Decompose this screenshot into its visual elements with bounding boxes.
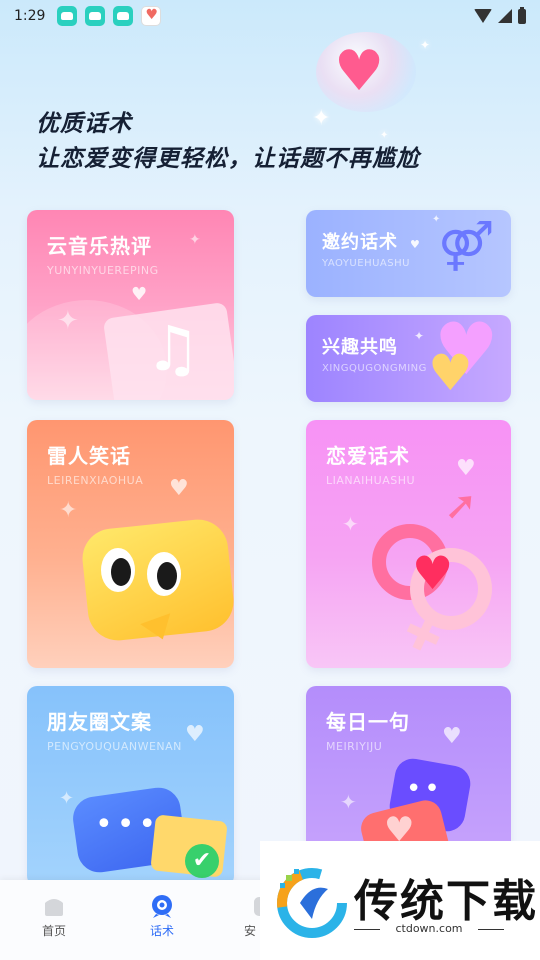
sparkle-icon: ✦: [59, 498, 78, 523]
heart-app-icon: [141, 6, 162, 26]
card-subtitle: XINGQUGONGMING: [322, 363, 427, 374]
sparkle-icon: ✦: [59, 788, 75, 809]
male-arrow-icon: ➚: [444, 483, 478, 529]
female-cross-icon: ✚: [395, 604, 451, 667]
music-note-icon: ♫: [145, 312, 201, 385]
card-title: 朋友圈文案: [47, 710, 152, 734]
chat-icon: [149, 894, 175, 918]
check-icon: ✔: [185, 844, 219, 878]
watermark-brand: 传统下载: [354, 876, 538, 927]
watermark-url: ctdown.com: [354, 922, 504, 935]
card-love-lines[interactable]: 恋爱话术 LIANAIHUASHU ♥ ✦ ➚ ✚ ♥: [306, 420, 511, 668]
page-headline: 优质话术 让恋爱变得更轻松，让话题不再尴尬: [36, 108, 420, 178]
heart-icon: ♥: [185, 722, 205, 747]
battery-icon: [518, 6, 526, 24]
nav-label-lines: 话术: [149, 924, 174, 938]
card-subtitle: LIANAIHUASHU: [326, 474, 416, 487]
status-bar: 1:29: [0, 0, 540, 32]
status-time: 1:29: [14, 8, 46, 24]
card-title: 恋爱话术: [326, 444, 410, 468]
sparkle-icon: ✦: [57, 306, 79, 336]
sparkle-icon: ✦: [340, 790, 357, 814]
heart-icon: ♥: [410, 238, 420, 251]
home-icon: [41, 894, 67, 918]
sparkle-icon: ✦: [414, 329, 425, 343]
heart-icon: ♥: [456, 456, 476, 481]
wifi-icon: [474, 9, 492, 23]
heart-icon: ♥: [428, 344, 473, 402]
signal-icon: [498, 9, 512, 23]
heart-icon: ♥: [334, 39, 385, 104]
heart-icon: ♥: [169, 476, 189, 501]
heart-icon: ♥: [131, 284, 148, 305]
nav-label-home: 首页: [41, 924, 66, 938]
nav-item-lines[interactable]: 话术: [122, 894, 202, 939]
pupil-right: [157, 562, 177, 590]
heart-icon: ♥: [412, 546, 454, 600]
card-title: 雷人笑话: [47, 444, 131, 468]
card-subtitle: MEIRIYIJU: [326, 740, 383, 753]
status-indicators: [474, 6, 526, 24]
card-title: 每日一句: [326, 710, 410, 734]
notification-app-icon: [85, 6, 106, 26]
headline-subtitle: 让恋爱变得更轻松，让话题不再尴尬: [36, 146, 420, 172]
sparkle-icon: ✦: [432, 214, 441, 225]
ellipsis-icon: •••: [95, 807, 161, 842]
sparkle-icon: ✦: [420, 38, 431, 52]
card-title: 邀约话术: [322, 232, 398, 253]
card-moments-captions[interactable]: 朋友圈文案 PENGYOUQUANWENAN ♥ ✦ ••• ✔: [27, 686, 234, 886]
gender-symbol-icon: ⚤: [438, 218, 495, 274]
sparkle-icon: ✦: [342, 512, 359, 536]
notification-app-icon: [57, 6, 78, 26]
card-funny-jokes[interactable]: 雷人笑话 LEIRENXIAOHUA ♥ ✦: [27, 420, 234, 668]
headline-title: 优质话术: [36, 111, 132, 137]
card-subtitle: YAOYUEHUASHU: [322, 258, 410, 269]
nav-item-home[interactable]: 首页: [14, 894, 94, 939]
heart-icon: ♥: [442, 724, 462, 749]
card-subtitle: YUNYINYUEREPING: [47, 264, 159, 277]
pupil-left: [111, 558, 131, 586]
sparkle-icon: ✦: [189, 232, 201, 248]
watermark-overlay: 传统下载 ctdown.com: [260, 841, 540, 960]
notification-app-icon: [113, 6, 134, 26]
card-subtitle: PENGYOUQUANWENAN: [47, 740, 182, 753]
watermark-logo-icon: [277, 868, 347, 938]
card-title: 云音乐热评: [47, 234, 152, 258]
card-shared-interests[interactable]: 兴趣共鸣 XINGQUGONGMING ♥ ♥ ✦: [306, 315, 511, 402]
card-subtitle: LEIRENXIAOHUA: [47, 474, 144, 487]
card-title: 兴趣共鸣: [322, 337, 398, 358]
card-invitation-lines[interactable]: 邀约话术 YAOYUEHUASHU ⚤ ♥ ✦: [306, 210, 511, 297]
card-music-comments[interactable]: 云音乐热评 YUNYINYUEREPING ♫ ♥ ✦ ✦: [27, 210, 234, 400]
